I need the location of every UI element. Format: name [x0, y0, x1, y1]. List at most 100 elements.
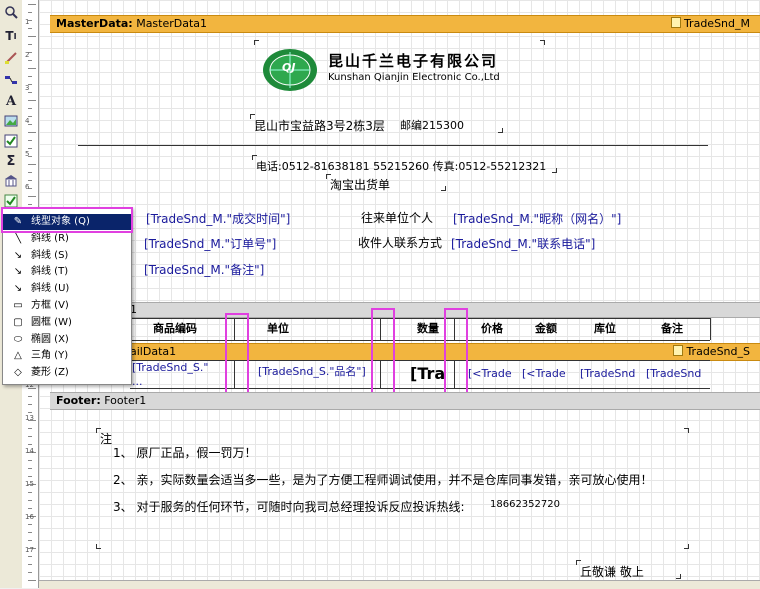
ruler-number: 4	[25, 117, 30, 125]
ruler-tick	[28, 44, 32, 45]
highlight-box	[1, 207, 133, 233]
field-order-number[interactable]: [TradeSnd_M."订单号"]	[144, 235, 276, 252]
field-product-code[interactable]: [TradeSnd_S."...	[132, 361, 218, 387]
postcode-text: 邮编215300	[400, 119, 464, 132]
field-amount[interactable]: [<Trade	[522, 367, 572, 393]
detaildata-band-header[interactable]: ailData1 TradeSnd_S	[50, 343, 760, 361]
ruler-tick	[28, 12, 32, 13]
ruler-tick	[28, 460, 32, 461]
ruler-tick	[28, 4, 36, 5]
selection-corner	[498, 128, 503, 133]
company-name-cn: 昆山千兰电子有限公司	[328, 52, 499, 70]
address-text: 昆山市宝益路3号2栋3层	[254, 119, 385, 133]
table-icon	[673, 345, 684, 356]
field-product-name[interactable]: [TradeSnd_S."品名"]	[258, 365, 370, 391]
ruler-tick	[28, 100, 36, 101]
ruler-tick	[28, 468, 32, 469]
menu-item-label: 斜线 (U)	[31, 283, 70, 295]
ruler-tick	[28, 76, 32, 77]
signature-text: 丘敬谦 敬上	[580, 565, 644, 579]
ruler-tick	[28, 196, 36, 197]
label-customer: 往来单位个人	[361, 211, 434, 225]
ruler-number: 6	[25, 183, 30, 191]
sum-icon[interactable]: Σ	[3, 153, 19, 169]
col-divider	[710, 318, 711, 340]
selection-corner	[250, 114, 255, 119]
ruler-tick	[28, 572, 32, 573]
col-header-code[interactable]: 商品编码	[140, 319, 210, 339]
selection-corner	[540, 40, 545, 45]
band-source: TradeSnd_S	[686, 345, 750, 358]
menu-item-label: 菱形 (Z)	[31, 367, 69, 379]
col-header-price[interactable]: 价格	[472, 319, 512, 339]
ruler-tick	[28, 580, 36, 581]
diagonal-arrow-icon: ↘	[13, 283, 23, 295]
col-header-amount[interactable]: 金额	[526, 319, 566, 339]
note-title: 注	[100, 432, 113, 446]
field-phone[interactable]: [TradeSnd_M."联系电话"]	[451, 235, 595, 252]
menu-item-6[interactable]: ▢ 圆框 (W)	[3, 315, 131, 331]
col-header-unit[interactable]: 单位	[258, 319, 298, 339]
paint-icon[interactable]	[3, 50, 19, 66]
picture-icon[interactable]	[3, 113, 19, 129]
col-header-memo[interactable]: 备注	[652, 319, 692, 339]
ruler-number: 3	[25, 84, 30, 92]
field-trade-time[interactable]: [TradeSnd_M."成交时间"]	[146, 210, 290, 227]
ellipse-icon: ⬭	[13, 333, 23, 345]
diagonal-arrow-icon: ↘	[13, 266, 23, 278]
selection-corner	[326, 174, 331, 179]
font-icon[interactable]: A	[3, 93, 19, 109]
field-remark[interactable]: [TradeSnd_M."备注"]	[144, 261, 264, 278]
selection-corner	[684, 544, 689, 549]
field-nickname[interactable]: [TradeSnd_M."昵称（网名）"]	[453, 210, 621, 227]
building-icon[interactable]	[3, 173, 19, 189]
checkbox-icon[interactable]	[3, 133, 19, 149]
header-band[interactable]: 1	[50, 302, 760, 318]
field-price[interactable]: [<Trade	[468, 367, 518, 393]
highlight-box	[225, 313, 249, 397]
ruler-tick	[28, 444, 32, 445]
separator-line	[78, 145, 708, 146]
ruler-tick	[28, 204, 32, 205]
field-location[interactable]: [TradeSnd	[580, 367, 640, 393]
ruler-tick	[28, 404, 32, 405]
ruler-tick	[28, 428, 32, 429]
selection-corner	[96, 544, 101, 549]
ruler-tick	[28, 148, 32, 149]
menu-item-5[interactable]: ▭ 方框 (V)	[3, 298, 131, 314]
link-icon[interactable]	[3, 72, 19, 88]
menu-item-9[interactable]: ◇ 菱形 (Z)	[3, 365, 131, 381]
menu-item-4[interactable]: ↘ 斜线 (U)	[3, 281, 131, 297]
highlight-box	[371, 308, 395, 397]
text-icon[interactable]: TI	[3, 28, 19, 44]
ruler-tick	[28, 500, 32, 501]
selection-corner	[684, 428, 689, 433]
ruler-tick	[28, 508, 32, 509]
highlight-box	[444, 308, 468, 402]
ruler-tick	[28, 28, 32, 29]
field-memo[interactable]: [TradeSnd	[646, 367, 706, 393]
magnifier-icon[interactable]	[3, 4, 19, 20]
field-quantity[interactable]: [Tra	[410, 364, 446, 390]
note-line-3: 3、 对于服务的任何环节，可随时向我司总经理投诉反应投诉热线:	[113, 500, 465, 514]
document-title: 淘宝出货单	[330, 178, 391, 192]
col-header-qty[interactable]: 数量	[410, 319, 446, 339]
ruler-number: 13	[25, 414, 34, 422]
band-type: MasterData:	[56, 17, 133, 30]
footer-band-header[interactable]: Footer: Footer1	[50, 392, 760, 410]
company-logo: QJ 昆山千兰电子有限公司 Kunshan Qianjin Electronic…	[258, 44, 542, 96]
ruler-number: 2	[25, 51, 30, 59]
menu-item-2[interactable]: ↘ 斜线 (S)	[3, 248, 131, 264]
menu-item-8[interactable]: △ 三角 (Y)	[3, 348, 131, 364]
ruler-tick	[28, 172, 32, 173]
selection-corner	[252, 155, 257, 160]
menu-item-1[interactable]: ╲ 斜线 (R)	[3, 231, 131, 247]
ruler-tick	[28, 396, 32, 397]
col-header-location[interactable]: 库位	[585, 319, 625, 339]
ruler-number: 1	[25, 18, 30, 26]
masterdata-band-header[interactable]: MasterData: MasterData1 TradeSnd_M	[50, 15, 760, 33]
table-icon	[670, 17, 681, 28]
note-line-1: 1、 原厂正品，假一罚万！	[113, 446, 257, 460]
menu-item-3[interactable]: ↘ 斜线 (T)	[3, 264, 131, 280]
menu-item-7[interactable]: ⬭ 椭圆 (X)	[3, 332, 131, 348]
